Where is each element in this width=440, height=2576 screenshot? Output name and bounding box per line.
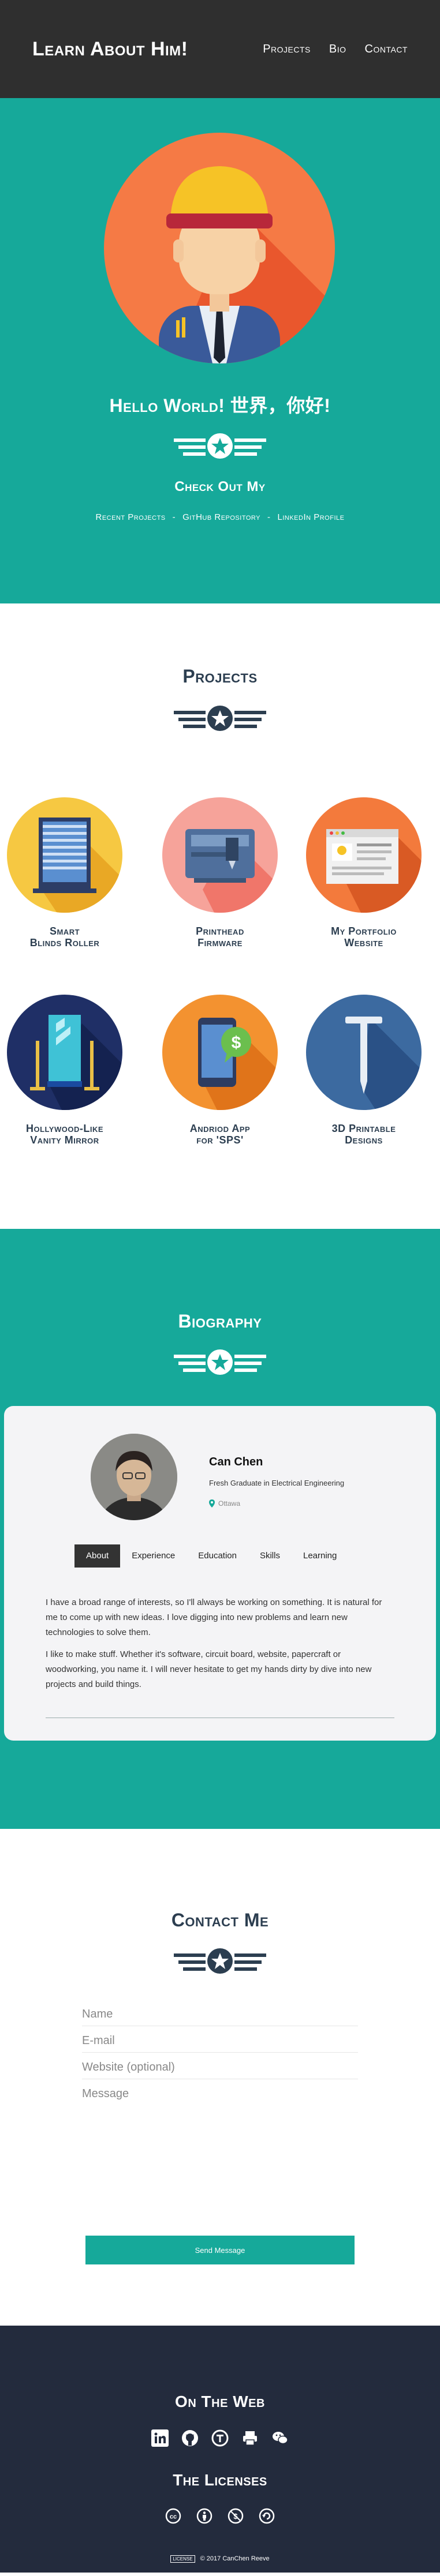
linkedin-profile-link[interactable]: LinkedIn Profile [277, 512, 344, 522]
biography-card: Can Chen Fresh Graduate in Electrical En… [4, 1406, 436, 1741]
nav-link-bio[interactable]: Bio [329, 43, 346, 56]
nail-icon [306, 995, 422, 1110]
recent-projects-link[interactable]: Recent Projects [96, 512, 166, 522]
license-badge[interactable]: LICENSE [170, 2555, 195, 2563]
mirror-icon [7, 995, 122, 1110]
tab-education[interactable]: Education [187, 1544, 248, 1568]
bio-location: Ottawa [209, 1499, 240, 1508]
bio-tabs: About Experience Education Skills Learni… [74, 1544, 348, 1568]
send-message-button[interactable]: Send Message [85, 2236, 355, 2264]
linkedin-icon[interactable] [151, 2429, 169, 2447]
email-field[interactable]: E-mail [82, 2026, 358, 2053]
project-label: Printhead Firmware [196, 925, 244, 948]
project-label: My Portfolio Website [331, 925, 397, 948]
tumblr-icon[interactable] [211, 2429, 229, 2447]
bio-paragraph: I have a broad range of interests, so I'… [46, 1598, 382, 1637]
project-label: Andriod App for 'SPS' [189, 1123, 251, 1146]
hero-title: Hello World! 世界，你好! [109, 395, 331, 416]
tab-about[interactable]: About [74, 1544, 121, 1568]
printhead-icon [162, 797, 278, 913]
project-card-blinds[interactable]: Smart Blinds Roller [1, 797, 128, 948]
tab-learning[interactable]: Learning [292, 1544, 348, 1568]
nc-icon[interactable]: $ [228, 2508, 244, 2527]
nav-link-contact[interactable]: Contact [365, 43, 408, 56]
licenses-title: The Licenses [173, 2471, 267, 2489]
star-divider-icon [174, 1349, 266, 1375]
engineer-avatar-icon [104, 133, 335, 363]
nav-links: Projects Bio Contact [263, 43, 408, 56]
bio-location-text: Ottawa [218, 1499, 241, 1508]
star-divider-icon [174, 433, 266, 459]
browser-window-icon [306, 797, 422, 913]
name-field[interactable]: Name [82, 2000, 358, 2026]
github-repository-link[interactable]: GitHub Repository [182, 512, 260, 522]
message-field[interactable]: Message [82, 2079, 358, 2218]
project-card-printhead[interactable]: Printhead Firmware [156, 797, 284, 948]
hero-links: Recent Projects - GitHub Repository - Li… [0, 512, 440, 522]
cc-icon[interactable]: cc [165, 2508, 181, 2527]
copyright-line: LICENSE © 2017 CanChen Reeve [0, 2555, 440, 2563]
sa-icon[interactable] [259, 2508, 275, 2527]
android-app-icon: $ [162, 995, 278, 1110]
project-card-mirror[interactable]: Hollywood-Like Vanity Mirror [1, 995, 128, 1146]
project-label: Smart Blinds Roller [29, 925, 100, 948]
bio-paragraph: I like to make stuff. Whether it's softw… [46, 1649, 372, 1689]
contact-title: Contact Me [171, 1910, 269, 1930]
tab-experience[interactable]: Experience [120, 1544, 187, 1568]
brand-title[interactable]: Learn About Him! [32, 38, 188, 61]
bio-role: Fresh Graduate in Electrical Engineering [209, 1479, 345, 1487]
link-separator: - [267, 512, 271, 522]
project-label: 3D Printable Designs [331, 1123, 396, 1146]
project-card-portfolio[interactable]: My Portfolio Website [300, 797, 427, 948]
project-card-3d-designs[interactable]: 3D Printable Designs [300, 995, 427, 1146]
contact-section: Contact Me Name E-mail Website (optional… [0, 1829, 440, 2326]
navbar: Learn About Him! Projects Bio Contact [0, 0, 440, 98]
nav-link-projects[interactable]: Projects [263, 43, 311, 56]
github-icon[interactable] [181, 2429, 199, 2447]
social-icons [0, 2429, 440, 2447]
project-card-android-app[interactable]: $ Andriod App for 'SPS' [156, 995, 284, 1146]
star-divider-icon [174, 1948, 266, 1974]
hero-section: Hello World! 世界，你好! Check Out My Recent … [0, 98, 440, 603]
by-icon[interactable] [196, 2508, 212, 2527]
biography-title: Biography [178, 1311, 262, 1332]
svg-text:cc: cc [170, 2514, 177, 2521]
bio-about-text: I have a broad range of interests, so I'… [46, 1595, 394, 1699]
projects-section: Projects Smart Blinds Roller Printhead F… [0, 603, 440, 1229]
hero-subtitle: Check Out My [174, 479, 266, 494]
wechat-icon[interactable] [271, 2429, 289, 2447]
website-field[interactable]: Website (optional) [82, 2053, 358, 2079]
tab-skills[interactable]: Skills [248, 1544, 292, 1568]
printer-icon[interactable] [241, 2429, 259, 2447]
blinds-icon [7, 797, 122, 913]
copyright-text: © 2017 CanChen Reeve [200, 2555, 270, 2562]
link-separator: - [172, 512, 176, 522]
star-divider-icon [174, 706, 266, 731]
biography-section: Biography Can Chen Fresh Graduate in Ele… [0, 1229, 440, 1829]
on-the-web-title: On The Web [175, 2393, 265, 2410]
profile-photo [91, 1434, 177, 1520]
bio-name: Can Chen [209, 1456, 263, 1468]
map-pin-icon [209, 1499, 215, 1508]
svg-text:$: $ [232, 1033, 241, 1052]
project-label: Hollywood-Like Vanity Mirror [25, 1123, 103, 1146]
license-icons: cc $ [0, 2508, 440, 2527]
footer: On The Web The Licenses cc $ LICENSE © 2… [0, 2326, 440, 2573]
projects-title: Projects [182, 666, 258, 687]
